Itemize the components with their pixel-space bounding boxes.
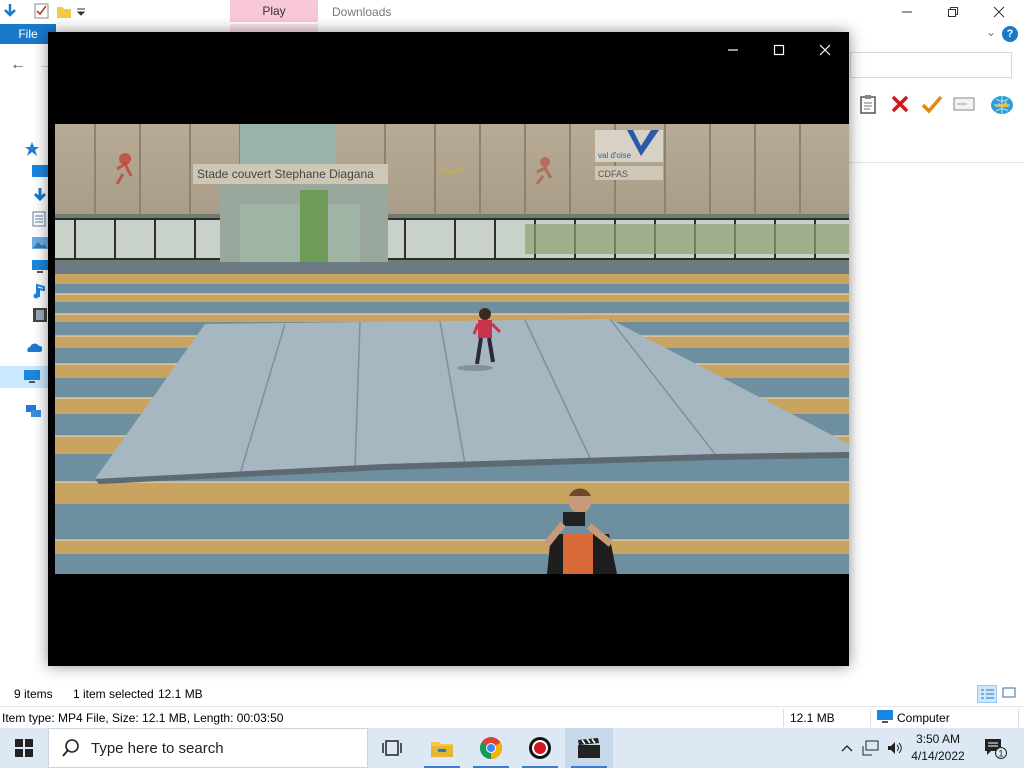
taskbar-chrome[interactable]: [467, 728, 515, 768]
properties-checkmark-icon[interactable]: [34, 3, 50, 19]
sub-sign-text: CDFAS: [598, 169, 628, 179]
item-details: Item type: MP4 File, Size: 12.1 MB, Leng…: [2, 711, 284, 725]
task-view-button[interactable]: [368, 728, 416, 768]
venue-sign-text: Stade couvert Stephane Diagana: [197, 167, 374, 181]
quick-access-star-icon[interactable]: [24, 140, 46, 158]
item-count: 9 items: [14, 687, 53, 701]
notification-icon: 1: [985, 739, 1007, 759]
network-icon[interactable]: [24, 402, 46, 420]
start-button[interactable]: [0, 728, 48, 768]
details-bar: Item type: MP4 File, Size: 12.1 MB, Leng…: [0, 706, 1024, 728]
record-icon: [529, 737, 551, 759]
clapperboard-icon: [578, 738, 600, 758]
delete-x-icon[interactable]: [888, 92, 912, 116]
download-arrow-icon[interactable]: [2, 3, 18, 19]
quick-access-toolbar: Play Downloads: [0, 0, 1024, 24]
rename-field-icon[interactable]: [952, 92, 976, 116]
player-minimize-button[interactable]: [710, 36, 756, 64]
taskbar-file-explorer[interactable]: [418, 728, 466, 768]
video-scene: Stade couvert Stephane Diagana val d'ois…: [55, 124, 849, 574]
video-player-window[interactable]: Stade couvert Stephane Diagana val d'ois…: [48, 32, 849, 666]
selection-size: 12.1 MB: [158, 687, 203, 701]
divider: [870, 709, 871, 727]
extension-toolbar: [856, 92, 1024, 118]
item-size: 12.1 MB: [790, 711, 835, 725]
divider: [849, 162, 1024, 163]
search-bar[interactable]: Type here to search: [48, 728, 368, 768]
search-icon: [62, 739, 79, 757]
folder-icon: [431, 742, 453, 757]
notification-count: 1: [998, 749, 1003, 759]
player-close-button[interactable]: [802, 36, 848, 64]
back-arrow-icon[interactable]: ←: [10, 56, 26, 74]
globe-icon[interactable]: [990, 92, 1014, 116]
search-box[interactable]: [850, 52, 1012, 78]
clipboard-icon[interactable]: [856, 92, 880, 116]
brand-sign-text: val d'oise: [598, 151, 632, 160]
tab-play[interactable]: Play: [230, 0, 318, 22]
close-button[interactable]: [976, 0, 1022, 24]
navigation-pane: [0, 130, 48, 430]
player-maximize-button[interactable]: [756, 36, 802, 64]
large-icons-view-button[interactable]: [1000, 685, 1020, 703]
status-bar: 9 items 1 item selected 12.1 MB: [0, 682, 1024, 706]
minimize-button[interactable]: [884, 0, 930, 24]
confirm-check-icon[interactable]: [920, 92, 944, 116]
search-placeholder: Type here to search: [91, 739, 224, 757]
divider: [1018, 709, 1019, 727]
restore-button[interactable]: [930, 0, 976, 24]
details-view-button[interactable]: [977, 685, 997, 703]
system-clock[interactable]: 3:50 AM 4/14/2022: [906, 731, 970, 765]
video-frame[interactable]: Stade couvert Stephane Diagana val d'ois…: [55, 124, 849, 574]
taskbar: Type here to search 3:50 AM 4/14/2022 1: [0, 728, 1024, 768]
nav-selected-this-pc[interactable]: [0, 366, 48, 388]
location-label: Computer: [897, 711, 950, 725]
selection-count: 1 item selected: [73, 687, 154, 701]
chrome-icon: [480, 737, 502, 759]
network-icon[interactable]: [860, 728, 882, 768]
computer-icon: [876, 707, 894, 729]
help-icon[interactable]: ?: [1002, 26, 1018, 42]
new-folder-icon[interactable]: [56, 3, 72, 19]
volume-icon[interactable]: [884, 728, 906, 768]
clock-date: 4/14/2022: [911, 749, 965, 763]
windows-logo-icon: [15, 739, 33, 757]
clock-time: 3:50 AM: [915, 732, 961, 746]
taskbar-video-player[interactable]: [565, 728, 613, 768]
action-center-button[interactable]: 1: [978, 728, 1012, 768]
customize-qat-dropdown-icon[interactable]: [76, 3, 92, 19]
window-title: Downloads: [332, 5, 392, 19]
onedrive-icon[interactable]: [24, 338, 46, 356]
divider: [783, 709, 784, 727]
task-view-icon: [382, 740, 402, 756]
taskbar-recorder[interactable]: [516, 728, 564, 768]
expand-ribbon-chevron-icon[interactable]: ⌄: [986, 25, 996, 39]
show-hidden-icons-chevron[interactable]: [838, 728, 856, 768]
